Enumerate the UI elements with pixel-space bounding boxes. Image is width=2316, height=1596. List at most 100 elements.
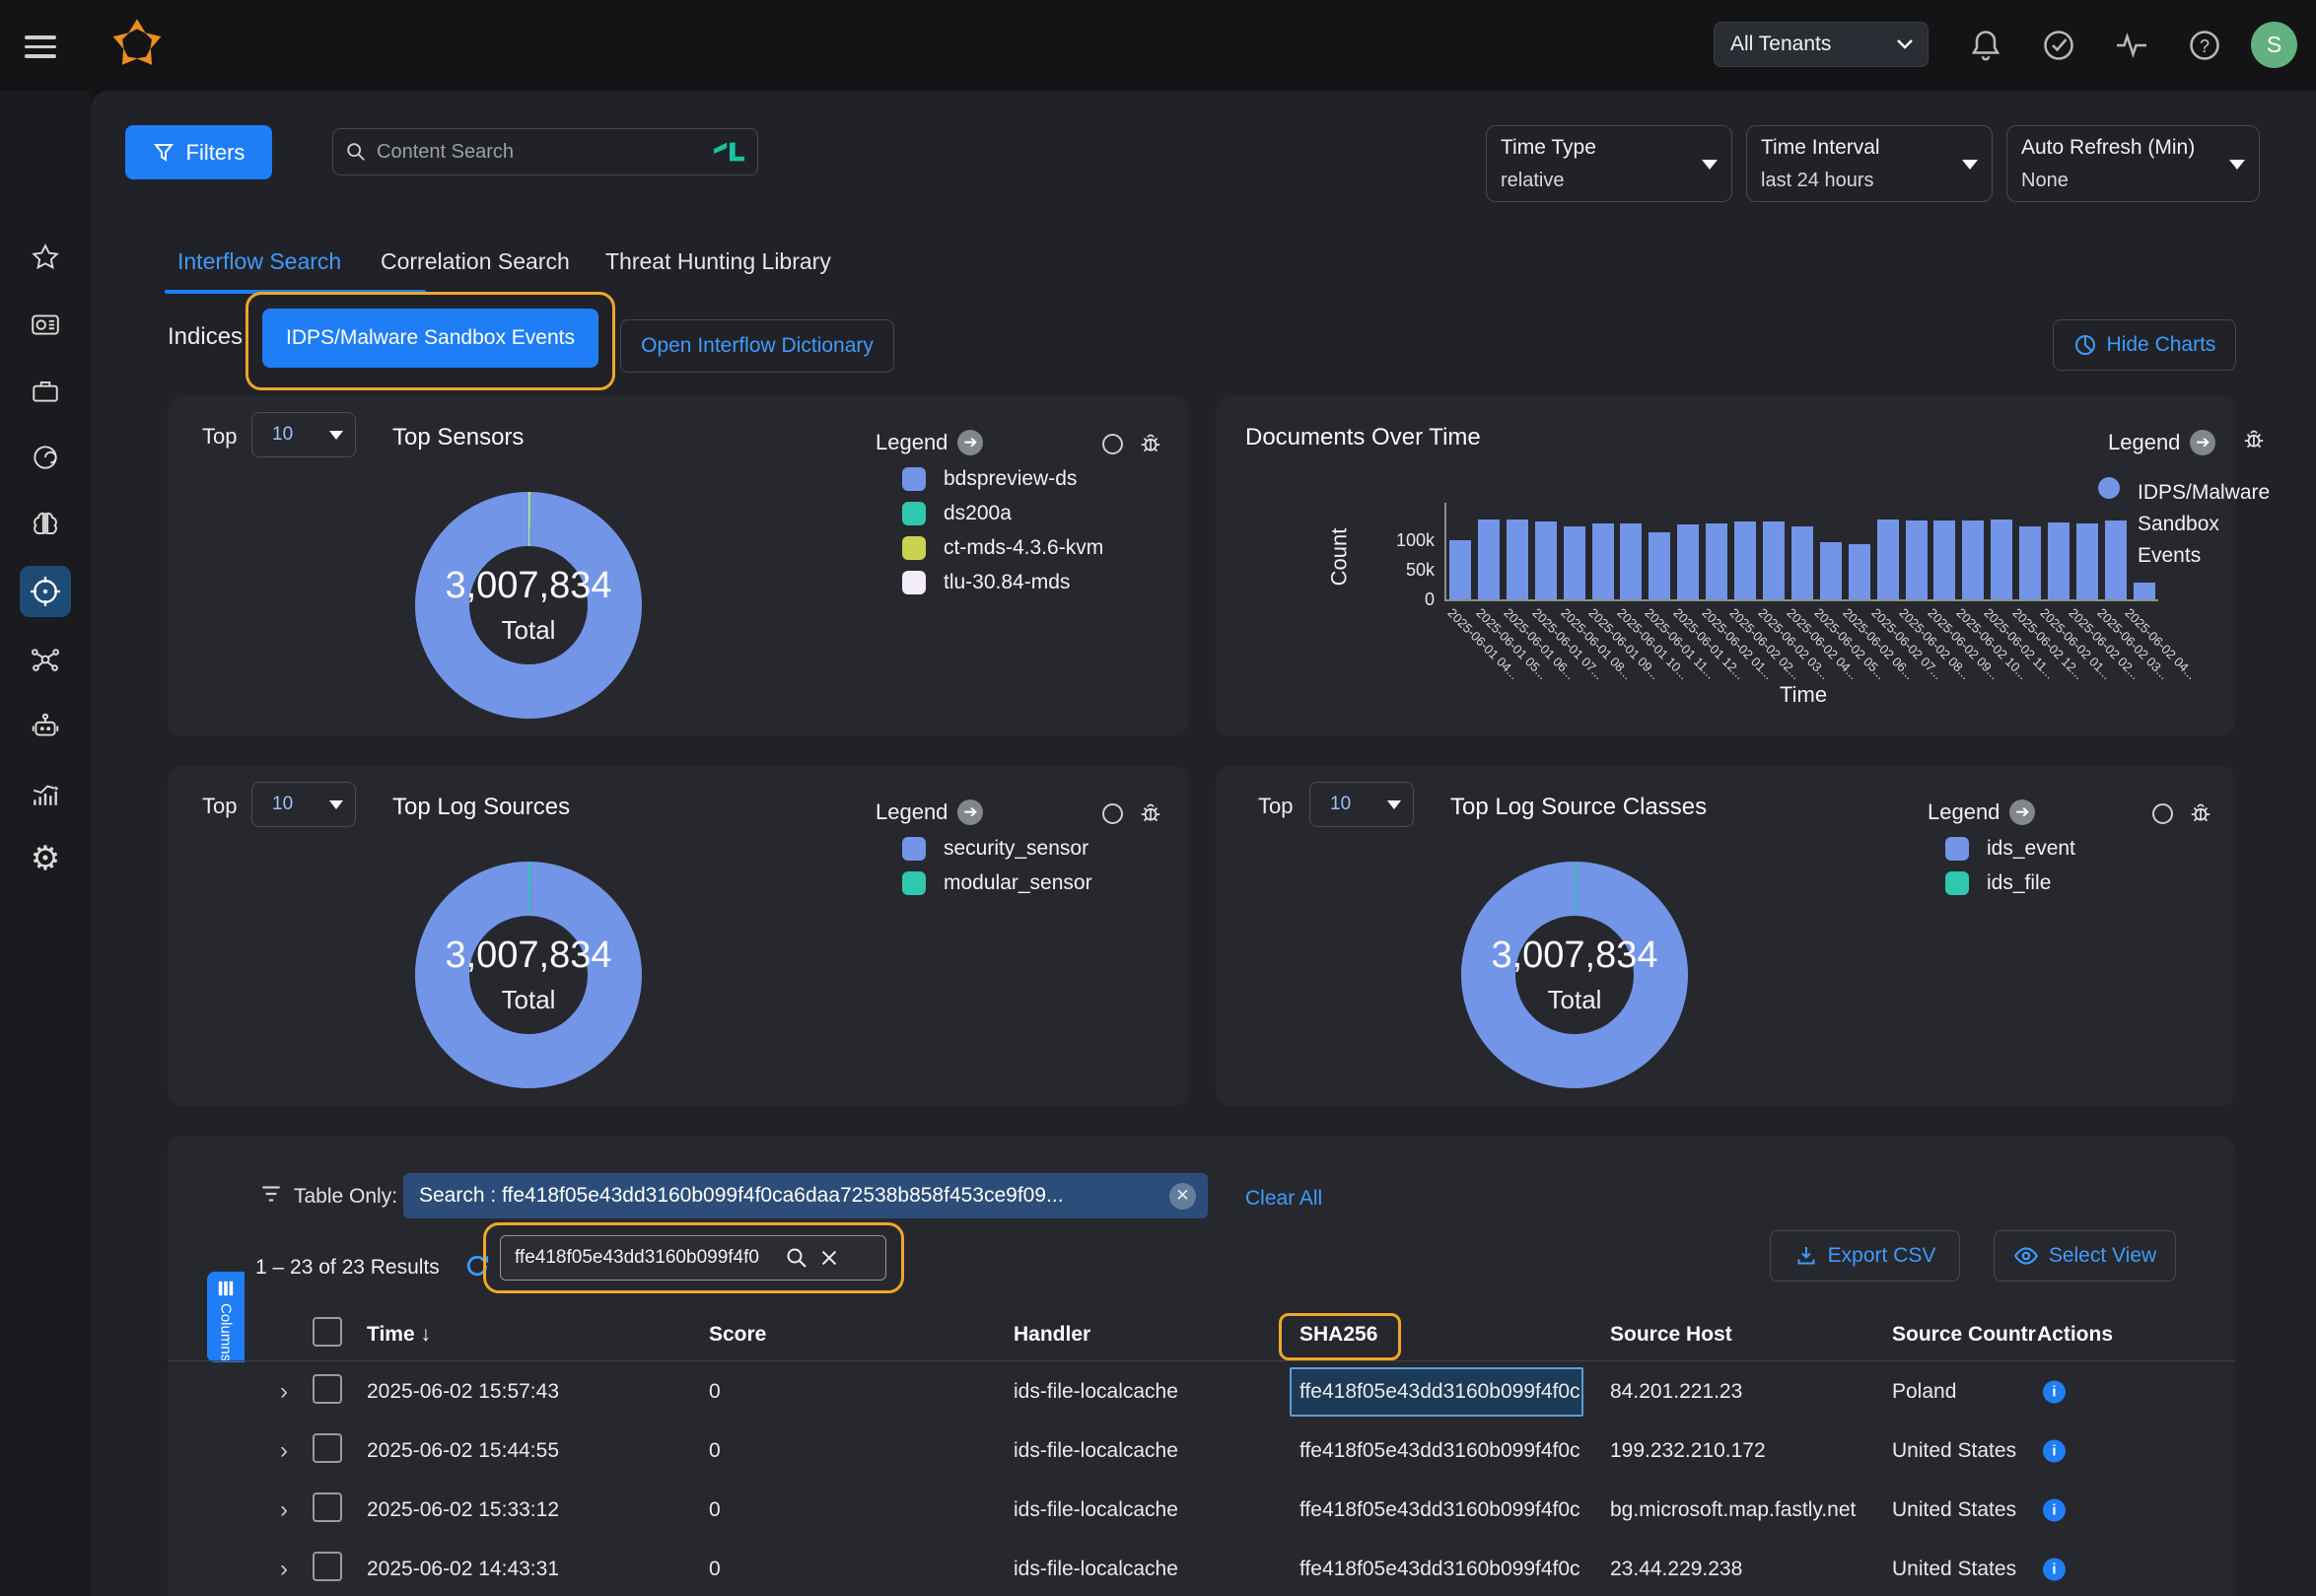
bar[interactable] (1449, 540, 1471, 599)
legend-item[interactable]: modular_sensor (902, 871, 1092, 895)
legend-item[interactable]: ids_file (1945, 871, 2051, 895)
search-icon[interactable] (785, 1246, 808, 1270)
bar[interactable] (2076, 523, 2098, 599)
circle-icon[interactable] (1102, 434, 1123, 454)
info-icon[interactable]: i (2043, 1499, 2066, 1522)
row-checkbox[interactable] (313, 1492, 342, 1528)
clear-search-icon[interactable] (818, 1247, 840, 1269)
sidebar-item-automation[interactable] (27, 708, 64, 745)
legend-item[interactable]: tlu-30.84-mds (902, 571, 1070, 594)
legend-item[interactable]: ct-mds-4.3.6-kvm (902, 536, 1103, 560)
row-checkbox[interactable] (313, 1433, 342, 1469)
top-n-select[interactable]: 10 (251, 782, 356, 827)
hide-charts-button[interactable]: Hide Charts (2053, 319, 2236, 371)
export-csv-button[interactable]: Export CSV (1770, 1230, 1960, 1282)
bar[interactable] (1592, 523, 1614, 599)
expand-row-icon[interactable]: › (280, 1496, 288, 1524)
time-type-dropdown[interactable]: Time Type relative (1486, 125, 1732, 202)
bar[interactable] (1791, 526, 1813, 599)
help-icon[interactable]: ? (2187, 28, 2222, 63)
sidebar-item-ai-investigations[interactable] (27, 506, 64, 543)
legend-item[interactable]: security_sensor (902, 837, 1088, 861)
top-n-select[interactable]: 10 (251, 412, 356, 457)
bar[interactable] (2019, 526, 2041, 599)
tab-threat-hunting-library[interactable]: Threat Hunting Library (605, 248, 831, 275)
tenant-selector[interactable]: All Tenants (1714, 22, 1929, 67)
sha256-highlighted-cell[interactable]: ffe418f05e43dd3160b099f4f0c (1290, 1367, 1583, 1417)
clear-all-link[interactable]: Clear All (1245, 1187, 1322, 1211)
auto-refresh-dropdown[interactable]: Auto Refresh (Min) None (2006, 125, 2260, 202)
bar[interactable] (1535, 521, 1557, 599)
expand-row-icon[interactable]: › (280, 1378, 288, 1406)
content-search-input[interactable] (375, 140, 706, 165)
menu-icon[interactable] (25, 30, 56, 64)
bar[interactable] (1962, 520, 1984, 599)
open-interflow-dictionary-button[interactable]: Open Interflow Dictionary (620, 319, 894, 373)
select-all-checkbox[interactable] (313, 1317, 342, 1353)
bar[interactable] (2134, 583, 2155, 599)
bar[interactable] (1906, 520, 1928, 599)
sidebar-item-settings[interactable]: ⚙ (27, 840, 64, 877)
filters-button[interactable]: Filters (125, 125, 272, 179)
system-health-pulse-icon[interactable] (2114, 28, 2149, 63)
notifications-bell-icon[interactable] (1968, 28, 2003, 63)
bar[interactable] (1734, 521, 1756, 599)
bar[interactable] (1991, 520, 2012, 599)
bar[interactable] (1564, 526, 1585, 599)
bar[interactable] (1478, 520, 1500, 599)
sidebar-item-dashboard[interactable] (27, 306, 64, 343)
bar[interactable] (1649, 532, 1670, 599)
row-checkbox[interactable] (313, 1374, 342, 1410)
bar[interactable] (1706, 523, 1727, 599)
column-header-handler[interactable]: Handler (1014, 1323, 1090, 1347)
search-filter-chip[interactable]: Search : ffe418f05e43dd3160b099f4f0ca6da… (403, 1173, 1208, 1218)
bug-icon[interactable] (2241, 426, 2267, 451)
sidebar-item-reports[interactable] (27, 775, 64, 812)
tab-interflow-search[interactable]: Interflow Search (177, 248, 341, 275)
column-header-source-host[interactable]: Source Host (1610, 1323, 1732, 1347)
tab-correlation-search[interactable]: Correlation Search (381, 248, 570, 275)
expand-row-icon[interactable]: › (280, 1556, 288, 1583)
legend-header[interactable]: Legend ➔ (876, 430, 983, 455)
sidebar-item-favorites[interactable] (27, 240, 64, 277)
circle-icon[interactable] (2152, 803, 2173, 824)
table-row[interactable]: › 2025-06-02 14:43:31 0 ids-file-localca… (168, 1540, 2235, 1596)
column-header-actions[interactable]: Actions (2037, 1323, 2113, 1347)
table-row[interactable]: › 2025-06-02 15:33:12 0 ids-file-localca… (168, 1481, 2235, 1540)
index-idps-malware-sandbox-events-button[interactable]: IDPS/Malware Sandbox Events (262, 309, 598, 368)
column-header-sha256[interactable]: SHA256 (1299, 1323, 1377, 1347)
row-checkbox[interactable] (313, 1552, 342, 1587)
sidebar-item-visibility[interactable] (27, 439, 64, 476)
legend-item[interactable]: ds200a (902, 502, 1012, 525)
sidebar-item-correlations[interactable] (27, 641, 64, 678)
legend-header[interactable]: Legend ➔ (1928, 799, 2035, 825)
bar[interactable] (1620, 523, 1642, 599)
circle-icon[interactable] (1102, 803, 1123, 824)
info-icon[interactable]: i (2043, 1559, 2066, 1581)
table-search-input[interactable] (513, 1246, 775, 1270)
bar[interactable] (2105, 520, 2127, 599)
table-row[interactable]: › 2025-06-02 15:44:55 0 ids-file-localca… (168, 1422, 2235, 1481)
bug-icon[interactable] (1138, 430, 1163, 455)
bar[interactable] (1933, 520, 1955, 599)
legend-item[interactable]: ids_event (1945, 837, 2075, 861)
bar[interactable] (2048, 522, 2070, 599)
expand-row-icon[interactable]: › (280, 1437, 288, 1465)
column-header-source-country[interactable]: Source Countr (1892, 1323, 2036, 1347)
info-icon[interactable]: i (2043, 1440, 2066, 1463)
sidebar-item-cases[interactable] (27, 373, 64, 410)
sidebar-item-threat-hunting-active[interactable] (20, 566, 71, 617)
tasks-check-icon[interactable] (2041, 28, 2076, 63)
select-view-button[interactable]: Select View (1994, 1230, 2176, 1282)
user-avatar[interactable]: S (2251, 22, 2297, 68)
table-row[interactable]: › 2025-06-02 15:57:43 0 ids-file-localca… (168, 1362, 2235, 1422)
bar[interactable] (1877, 520, 1899, 599)
remove-filter-icon[interactable]: ✕ (1169, 1183, 1196, 1210)
info-icon[interactable]: i (2043, 1381, 2066, 1404)
bar[interactable] (1820, 542, 1842, 599)
column-header-score[interactable]: Score (709, 1323, 766, 1347)
bar[interactable] (1677, 524, 1699, 599)
bar[interactable] (1849, 544, 1870, 599)
legend-header[interactable]: Legend ➔ (2108, 430, 2215, 455)
column-header-time[interactable]: Time ↓ (367, 1323, 431, 1347)
